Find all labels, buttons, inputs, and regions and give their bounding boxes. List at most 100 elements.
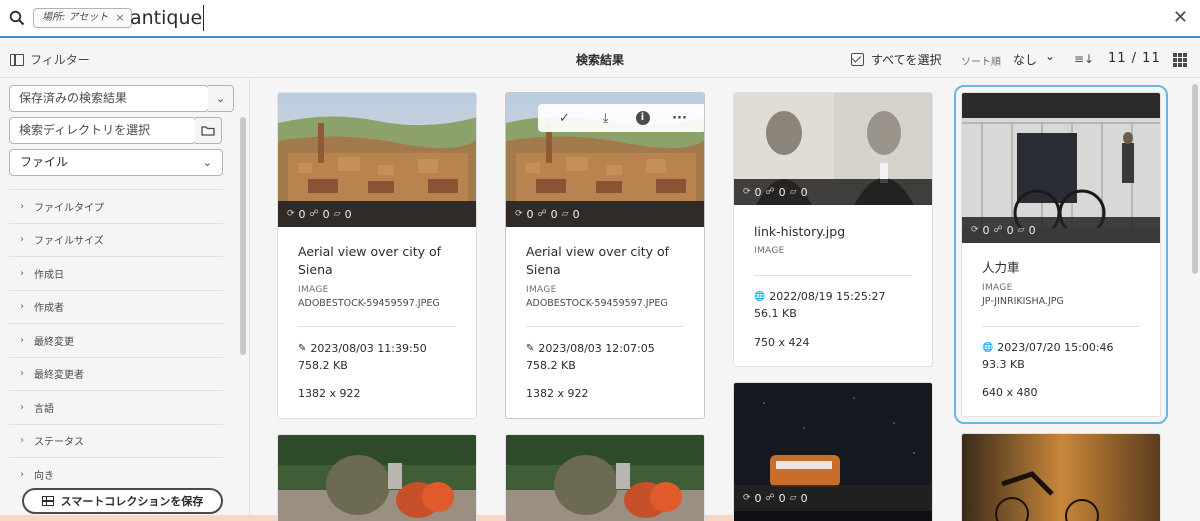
asset-card[interactable]: ⟳ 0 ☍ 0 ▱ 0 Aerial view over city of Siena … xyxy=(277,92,477,419)
versions-count: 0 xyxy=(526,207,534,221)
asset-card[interactable] xyxy=(961,433,1161,521)
filter-toggle-button[interactable]: フィルター xyxy=(10,51,90,68)
asset-filename: ADOBESTOCK-59459597.JPEG xyxy=(298,298,440,309)
facet-item[interactable]: › ファイルサイズ xyxy=(9,222,223,257)
versions-count: 0 xyxy=(754,185,762,199)
chevron-right-icon: › xyxy=(20,334,24,346)
search-icon[interactable] xyxy=(9,10,25,26)
chevron-right-icon: › xyxy=(20,200,24,212)
asset-modified: ✎ 2023/08/03 12:07:05 xyxy=(526,342,655,355)
comment-icon: ▱ xyxy=(789,187,797,197)
divider xyxy=(982,326,1140,327)
asset-size: 56.1 KB xyxy=(754,307,797,320)
divider xyxy=(526,326,684,327)
chevron-down-icon[interactable]: ⌄ xyxy=(208,85,234,112)
asset-card-selected[interactable]: ⟳ 0 ☍ 0 ▱ 0 人力車 IMAGE JP-JINRIKISHA.JPG 🌐 2… xyxy=(954,85,1168,424)
asset-modified: 🌐 2023/07/20 15:00:46 xyxy=(982,341,1114,354)
facet-item[interactable]: › 作成者 xyxy=(9,289,223,324)
versions-icon: ⟳ xyxy=(743,493,751,503)
versions-icon: ⟳ xyxy=(971,225,979,235)
asset-type: IMAGE xyxy=(526,285,557,295)
versions-count: 0 xyxy=(754,491,762,505)
facet-item[interactable]: › 最終変更者 xyxy=(9,356,223,391)
chevron-right-icon: › xyxy=(20,468,24,480)
versions-icon: ⟳ xyxy=(515,209,523,219)
info-icon[interactable]: i xyxy=(635,111,650,125)
toolbar: フィルター 検索結果 すべてを選択 ソート順 なし ⌄ ≡↓ 11 / 11 xyxy=(0,40,1200,78)
select-all-label: すべてを選択 xyxy=(871,53,942,67)
asset-filename: JP-JINRIKISHA.JPG xyxy=(982,296,1064,307)
more-icon[interactable]: ··· xyxy=(669,111,691,126)
asset-dimensions: 1382 x 922 xyxy=(526,387,589,400)
filter-label: フィルター xyxy=(30,53,90,67)
facet-label: 作成者 xyxy=(34,303,64,315)
facet-item[interactable]: › ステータス xyxy=(9,423,223,458)
asset-card[interactable] xyxy=(277,434,477,521)
globe-icon: 🌐 xyxy=(754,291,766,302)
folder-icon[interactable] xyxy=(195,117,222,144)
search-input[interactable]: antique xyxy=(130,5,205,31)
asset-title: link-history.jpg xyxy=(754,224,846,239)
versions-count: 0 xyxy=(298,207,306,221)
file-type-select[interactable]: ファイル ⌄ xyxy=(9,149,223,176)
asset-title: Aerial view over city of Siena xyxy=(298,244,442,277)
comment-icon: ▱ xyxy=(561,209,569,219)
chevron-right-icon: › xyxy=(20,301,24,313)
filter-rail: 保存済みの検索結果 ⌄ 検索ディレクトリを選択 ファイル ⌄ › ファイルタイプ ›… xyxy=(0,79,250,521)
asset-stats-bar: ⟳ 0 ☍ 0 ▱ 0 xyxy=(962,217,1160,243)
rail-scrollbar[interactable] xyxy=(240,117,246,355)
download-icon[interactable]: ⤓ xyxy=(595,111,617,126)
people-icon: ☍ xyxy=(765,187,775,197)
select-check-icon[interactable]: ✓ xyxy=(554,111,576,126)
comment-count: 0 xyxy=(1028,223,1036,237)
facet-item[interactable]: › 最終変更 xyxy=(9,323,223,357)
chevron-down-icon: ⌄ xyxy=(202,156,212,169)
asset-type: IMAGE xyxy=(982,283,1013,293)
asset-size: 93.3 KB xyxy=(982,358,1025,371)
comment-count: 0 xyxy=(344,207,352,221)
facet-label: 向き xyxy=(34,470,54,482)
select-all-button[interactable]: すべてを選択 xyxy=(851,51,941,68)
backpack-image xyxy=(506,435,704,521)
asset-card[interactable] xyxy=(505,434,705,521)
save-collection-label: スマートコレクションを保存 xyxy=(60,495,204,508)
facet-item[interactable]: › 言語 xyxy=(9,390,223,424)
asset-dimensions: 750 x 424 xyxy=(754,336,810,349)
facet-item[interactable]: › 向き xyxy=(9,457,223,491)
results-scrollbar[interactable] xyxy=(1192,84,1198,274)
grid-view-icon[interactable] xyxy=(1173,53,1187,67)
asset-title: 人力車 xyxy=(982,260,1020,275)
quick-actions: ✓ ⤓ i ··· xyxy=(538,104,704,132)
asset-size: 758.2 KB xyxy=(526,359,576,372)
search-directory-input[interactable]: 検索ディレクトリを選択 xyxy=(9,117,196,144)
chevron-right-icon: › xyxy=(20,435,24,447)
asset-size: 758.2 KB xyxy=(298,359,348,372)
results-grid: ⟳ 0 ☍ 0 ▱ 0 Aerial view over city of Siena … xyxy=(251,79,1189,521)
saved-searches-select[interactable]: 保存済みの検索結果 xyxy=(9,85,209,112)
asset-date: 2022/08/19 15:25:27 xyxy=(769,290,886,303)
tag-remove-icon[interactable]: × xyxy=(115,9,124,27)
collection-icon xyxy=(41,496,54,506)
versions-icon: ⟳ xyxy=(743,187,751,197)
asset-date: 2023/08/03 11:39:50 xyxy=(310,342,427,355)
facet-item[interactable]: › ファイルタイプ xyxy=(9,189,223,223)
people-count: 0 xyxy=(778,185,786,199)
save-smart-collection-button[interactable]: スマートコレクションを保存 xyxy=(22,488,223,514)
sort-direction-icon[interactable]: ≡↓ xyxy=(1074,52,1094,66)
cyclists-image xyxy=(962,434,1160,521)
asset-title: Aerial view over city of Siena xyxy=(526,244,670,277)
facet-item[interactable]: › 作成日 xyxy=(9,256,223,290)
location-tag[interactable]: 場所: アセット × xyxy=(33,8,132,28)
comment-count: 0 xyxy=(800,491,808,505)
asset-dimensions: 1382 x 922 xyxy=(298,387,361,400)
file-type-value: ファイル xyxy=(20,155,69,169)
asset-card[interactable]: ⟳ 0 ☍ 0 ▱ 0 link-history.jpg IMAGE 🌐 2022/0… xyxy=(733,92,933,367)
asset-card[interactable]: ⟳ 0 ☍ 0 ▱ 0 xyxy=(733,382,933,521)
asset-modified: 🌐 2022/08/19 15:25:27 xyxy=(754,290,886,303)
asset-card[interactable]: ✓ ⤓ i ··· ⟳ 0 ☍ 0 ▱ 0 Aerial view over city… xyxy=(505,92,705,419)
sort-dropdown[interactable]: なし ⌄ xyxy=(1013,49,1055,68)
close-icon[interactable]: ✕ xyxy=(1173,8,1188,28)
asset-date: 2023/08/03 12:07:05 xyxy=(538,342,655,355)
comment-icon: ▱ xyxy=(333,209,341,219)
comment-count: 0 xyxy=(572,207,580,221)
